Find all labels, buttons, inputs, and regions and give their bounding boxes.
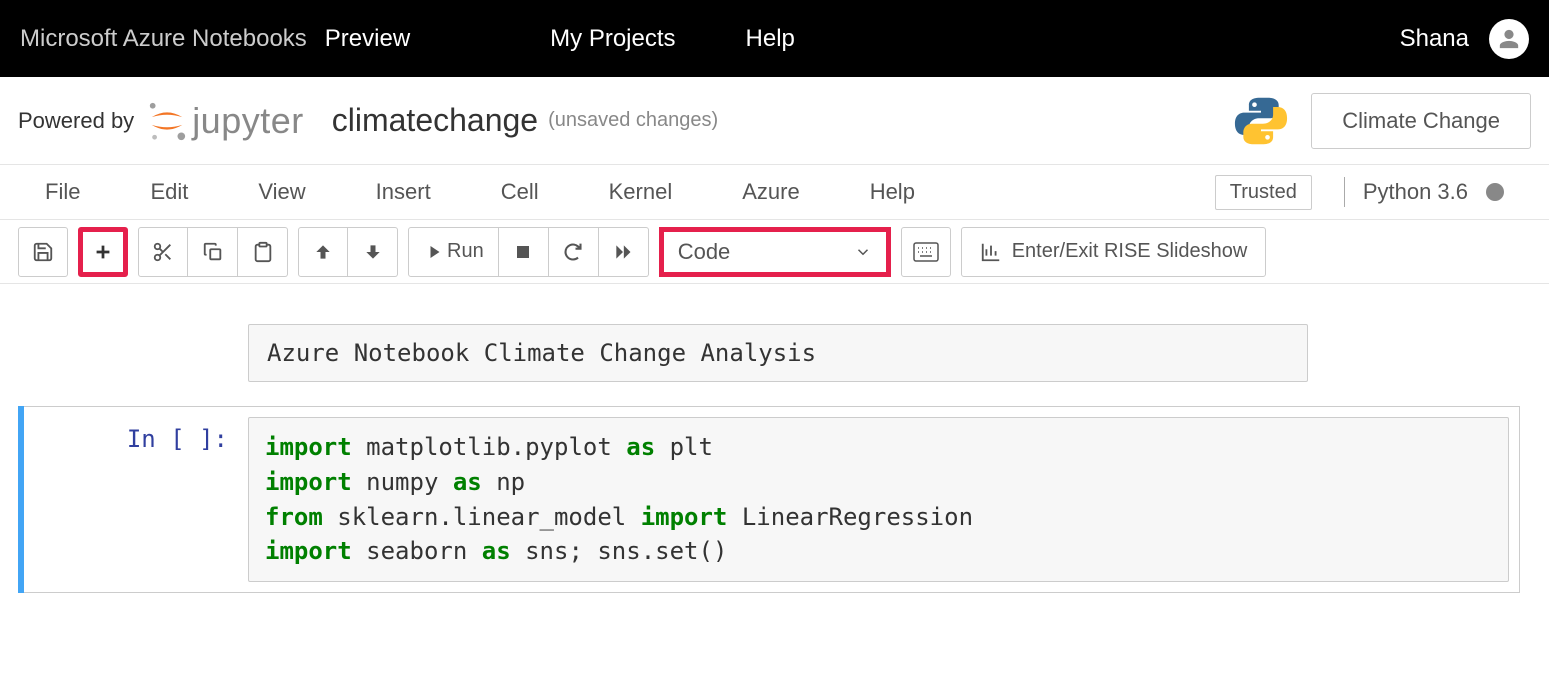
kernel-label: Python 3.6 (1363, 179, 1468, 205)
code-line-3: from sklearn.linear_model import LinearR… (265, 500, 1492, 535)
code-cell[interactable]: In [ ]: import matplotlib.pyplot as plt … (18, 406, 1520, 593)
divider (1344, 177, 1345, 207)
menu-kernel[interactable]: Kernel (609, 179, 673, 205)
stop-button[interactable] (499, 227, 549, 277)
trusted-badge[interactable]: Trusted (1215, 175, 1312, 210)
move-down-button[interactable] (348, 227, 398, 277)
menu-insert[interactable]: Insert (376, 179, 431, 205)
chevron-down-icon (854, 243, 872, 261)
command-palette-button[interactable] (901, 227, 951, 277)
code-input-area[interactable]: import matplotlib.pyplot as plt import n… (248, 417, 1509, 582)
avatar[interactable] (1489, 19, 1529, 59)
brand-text: Microsoft Azure Notebooks (20, 25, 307, 53)
kernel-indicator-icon (1486, 183, 1504, 201)
jupyter-logo[interactable]: jupyter (146, 100, 304, 142)
arrow-up-icon (313, 242, 333, 262)
jupyter-icon (146, 100, 188, 142)
menu-cell[interactable]: Cell (501, 179, 539, 205)
notebook-name[interactable]: climatechange (332, 102, 538, 139)
nav-my-projects[interactable]: My Projects (550, 25, 675, 53)
input-prompt: In [ ]: (24, 407, 248, 592)
save-icon (32, 241, 54, 263)
menu-view[interactable]: View (258, 179, 305, 205)
restart-button[interactable] (549, 227, 599, 277)
plus-icon (92, 241, 114, 263)
restart-icon (563, 242, 583, 262)
paste-button[interactable] (238, 227, 288, 277)
notebook-status: (unsaved changes) (548, 109, 718, 132)
add-cell-button[interactable] (78, 227, 128, 277)
notebook-area: Azure Notebook Climate Change Analysis I… (0, 284, 1549, 593)
nav-help[interactable]: Help (746, 25, 795, 53)
copy-button[interactable] (188, 227, 238, 277)
heading-cell[interactable]: Azure Notebook Climate Change Analysis (248, 324, 1308, 382)
menu-file[interactable]: File (45, 179, 80, 205)
azure-top-header: Microsoft Azure Notebooks Preview My Pro… (0, 0, 1549, 77)
username[interactable]: Shana (1400, 25, 1469, 53)
kernel-name-button[interactable]: Climate Change (1311, 93, 1531, 149)
arrow-down-icon (363, 242, 383, 262)
jupyter-header: Powered by jupyter climatechange (unsave… (0, 77, 1549, 165)
save-button[interactable] (18, 227, 68, 277)
powered-by-label: Powered by (18, 108, 134, 134)
menu-edit[interactable]: Edit (150, 179, 188, 205)
python-logo-icon (1231, 94, 1291, 148)
menu-azure[interactable]: Azure (742, 179, 799, 205)
menu-help[interactable]: Help (870, 179, 915, 205)
copy-icon (202, 241, 224, 263)
run-button[interactable]: Run (408, 227, 499, 277)
menu-bar: File Edit View Insert Cell Kernel Azure … (0, 165, 1549, 220)
code-line-1: import matplotlib.pyplot as plt (265, 430, 1492, 465)
preview-label: Preview (325, 25, 410, 53)
run-label: Run (447, 240, 484, 263)
stop-icon (514, 243, 532, 261)
rise-slideshow-button[interactable]: Enter/Exit RISE Slideshow (961, 227, 1267, 277)
cell-type-value: Code (678, 239, 731, 265)
paste-icon (252, 241, 274, 263)
code-line-2: import numpy as np (265, 465, 1492, 500)
keyboard-icon (913, 242, 939, 262)
toolbar: Run Code Enter/Exit RISE Slideshow (0, 220, 1549, 284)
restart-run-all-button[interactable] (599, 227, 649, 277)
rise-label: Enter/Exit RISE Slideshow (1012, 240, 1248, 263)
cell-type-select[interactable]: Code (659, 227, 891, 277)
run-icon (423, 243, 441, 261)
cut-button[interactable] (138, 227, 188, 277)
jupyter-text: jupyter (192, 100, 304, 142)
user-icon (1498, 28, 1520, 50)
move-up-button[interactable] (298, 227, 348, 277)
code-line-4: import seaborn as sns; sns.set() (265, 534, 1492, 569)
scissors-icon (152, 241, 174, 263)
bar-chart-icon (980, 241, 1002, 263)
fast-forward-icon (613, 242, 633, 262)
